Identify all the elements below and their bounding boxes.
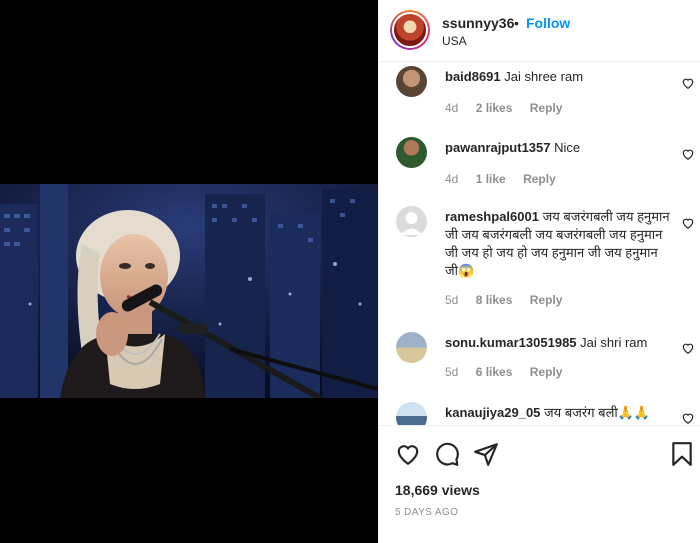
comment-age[interactable]: 4d: [445, 101, 458, 115]
commenter-avatar[interactable]: [396, 206, 427, 237]
comment-text: जय बजरंग बली🙏🙏: [544, 405, 651, 420]
comment-age[interactable]: 4d: [445, 172, 458, 186]
bookmark-icon[interactable]: [669, 441, 695, 467]
comment-meta: 5d 8 likes Reply: [445, 293, 576, 307]
comment-text-block: pawanrajput1357 Nice: [445, 139, 671, 157]
comment-likes[interactable]: 1 like: [476, 172, 506, 186]
comment-icon[interactable]: [434, 441, 460, 467]
commenter-avatar[interactable]: [396, 402, 427, 425]
comments-list[interactable]: baid8691 Jai shree ram 4d 2 likes Reply …: [379, 62, 700, 425]
comment-text: Jai shree ram: [504, 69, 584, 84]
video-frame[interactable]: [0, 184, 378, 398]
commenter-username[interactable]: pawanrajput1357: [445, 140, 551, 155]
reply-button[interactable]: Reply: [530, 293, 563, 307]
comment-age[interactable]: 5d: [445, 293, 458, 307]
default-avatar-icon: [400, 212, 423, 235]
follow-button[interactable]: Follow: [526, 15, 570, 31]
author-username[interactable]: ssunnyy36: [442, 15, 514, 31]
commenter-username[interactable]: sonu.kumar13051985: [445, 335, 577, 350]
commenter-username[interactable]: rameshpal6001: [445, 209, 539, 224]
comment-like-heart-icon[interactable]: [681, 216, 695, 230]
comment-text-block: baid8691 Jai shree ram: [445, 68, 671, 86]
author-avatar[interactable]: [390, 10, 430, 50]
comment-text-block: rameshpal6001 जय बजरंगबली जय हनुमान जी ज…: [445, 208, 671, 280]
comment-text-block: kanaujiya29_05 जय बजरंग बली🙏🙏: [445, 404, 671, 422]
reply-button[interactable]: Reply: [530, 101, 563, 115]
commenter-avatar[interactable]: [396, 332, 427, 363]
comment-meta: 4d 1 like Reply: [445, 172, 570, 186]
post-media[interactable]: [0, 0, 378, 543]
comment-text-block: sonu.kumar13051985 Jai shri ram: [445, 334, 671, 352]
comment-age[interactable]: 5d: [445, 365, 458, 379]
post-header: ssunnyy36 • Follow USA: [379, 0, 700, 62]
reply-button[interactable]: Reply: [523, 172, 556, 186]
comment-like-heart-icon[interactable]: [681, 411, 695, 425]
comment-like-heart-icon[interactable]: [681, 341, 695, 355]
comment-text: Nice: [554, 140, 581, 155]
comment-meta: 4d 2 likes Reply: [445, 101, 576, 115]
commenter-avatar[interactable]: [396, 66, 427, 97]
heart-icon[interactable]: [395, 441, 421, 467]
commenter-username[interactable]: baid8691: [445, 69, 501, 84]
reply-button[interactable]: Reply: [530, 365, 563, 379]
comment-like-heart-icon[interactable]: [681, 147, 695, 161]
post-actions: 18,669 views 5 DAYS AGO: [379, 425, 700, 543]
post-side-panel: ssunnyy36 • Follow USA baid8691 Jai shre…: [378, 0, 700, 543]
post-location[interactable]: USA: [442, 34, 467, 48]
separator-dot: •: [514, 15, 519, 31]
comment-text: Jai shri ram: [580, 335, 648, 350]
comment-likes[interactable]: 6 likes: [476, 365, 513, 379]
view-count[interactable]: 18,669 views: [395, 482, 480, 498]
video-still-image: [0, 184, 378, 398]
commenter-avatar[interactable]: [396, 137, 427, 168]
post-date[interactable]: 5 DAYS AGO: [395, 507, 458, 518]
share-icon[interactable]: [473, 441, 499, 467]
comment-like-heart-icon[interactable]: [681, 76, 695, 90]
comment-meta: 5d 6 likes Reply: [445, 365, 576, 379]
commenter-username[interactable]: kanaujiya29_05: [445, 405, 540, 420]
comment-likes[interactable]: 2 likes: [476, 101, 513, 115]
comment-likes[interactable]: 8 likes: [476, 293, 513, 307]
